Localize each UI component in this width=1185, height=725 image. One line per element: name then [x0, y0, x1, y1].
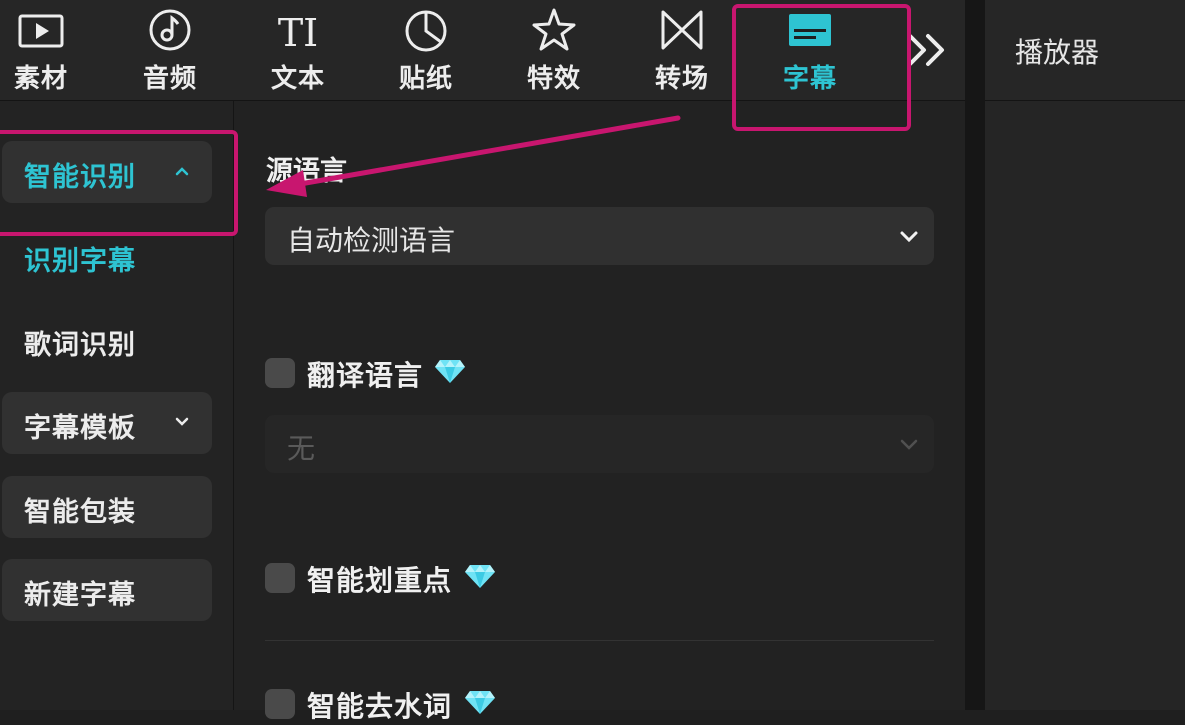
sidebar-item-subtitle-templates[interactable]: 字幕模板 [2, 392, 212, 454]
tab-transition-label: 转场 [654, 64, 709, 94]
translate-language-value: 无 [287, 432, 316, 465]
tab-sticker-label: 贴纸 [398, 64, 453, 94]
tab-sticker[interactable]: 贴纸 [362, 0, 490, 100]
svg-text:TI: TI [278, 11, 318, 54]
translate-language-checkbox[interactable] [265, 358, 295, 388]
source-language-select[interactable]: 自动检测语言 [265, 207, 934, 265]
chevron-down-icon [175, 417, 189, 426]
tab-audio-label: 音频 [142, 64, 197, 94]
translate-language-label: 翻译语言 [307, 359, 424, 392]
panel-divider[interactable] [965, 0, 985, 710]
chevron-down-icon [900, 231, 918, 243]
player-panel: 播放器 [985, 0, 1185, 710]
sidebar-item-label: 识别字幕 [24, 246, 136, 277]
smart-highlight-checkbox[interactable] [265, 563, 295, 593]
diamond-premium-icon [465, 565, 495, 588]
sidebar-item-label: 字幕模板 [24, 413, 136, 444]
tab-media[interactable]: 素材 [0, 0, 105, 100]
tab-audio[interactable]: 音频 [106, 0, 234, 100]
player-header: 播放器 [985, 0, 1185, 101]
translate-language-select: 无 [265, 415, 934, 473]
diamond-premium-icon [465, 691, 495, 714]
highlight-box-smart-recognition [0, 130, 238, 236]
sidebar-item-label: 歌词识别 [24, 330, 136, 361]
remove-fillers-checkbox[interactable] [265, 689, 295, 719]
smart-highlight-label: 智能划重点 [307, 564, 453, 597]
source-language-title: 源语言 [266, 156, 347, 187]
text-icon: TI [278, 11, 318, 54]
tab-effects-label: 特效 [526, 64, 581, 94]
sidebar-item-label: 智能包装 [24, 497, 136, 528]
chevron-down-icon [900, 439, 918, 450]
transition-icon [661, 10, 703, 50]
tab-text-label: 文本 [270, 64, 325, 94]
section-divider [265, 640, 934, 641]
tab-effects[interactable]: 特效 [490, 0, 618, 100]
sidebar-item-new-subtitle[interactable]: 新建字幕 [2, 559, 212, 621]
tab-transition[interactable]: 转场 [618, 0, 746, 100]
tab-text[interactable]: TI 文本 [234, 0, 362, 100]
tab-media-label: 素材 [13, 64, 68, 94]
remove-fillers-label: 智能去水词 [307, 690, 453, 723]
highlight-box-subtitle-tab [732, 4, 911, 131]
recognition-settings-panel: 源语言 自动检测语言 翻译语言 无 智能划重点 智能去水词 [234, 101, 965, 723]
source-language-value: 自动检测语言 [287, 224, 456, 257]
sidebar-item-smart-packaging[interactable]: 智能包装 [2, 476, 212, 538]
player-title: 播放器 [1015, 36, 1100, 69]
sidebar-item-lyrics-recognition[interactable]: 歌词识别 [2, 309, 212, 371]
effects-icon [532, 8, 576, 51]
diamond-premium-icon [435, 360, 465, 383]
audio-icon [149, 9, 191, 51]
media-icon [18, 14, 64, 48]
sticker-icon [405, 10, 447, 52]
sidebar-item-label: 新建字幕 [24, 580, 136, 611]
